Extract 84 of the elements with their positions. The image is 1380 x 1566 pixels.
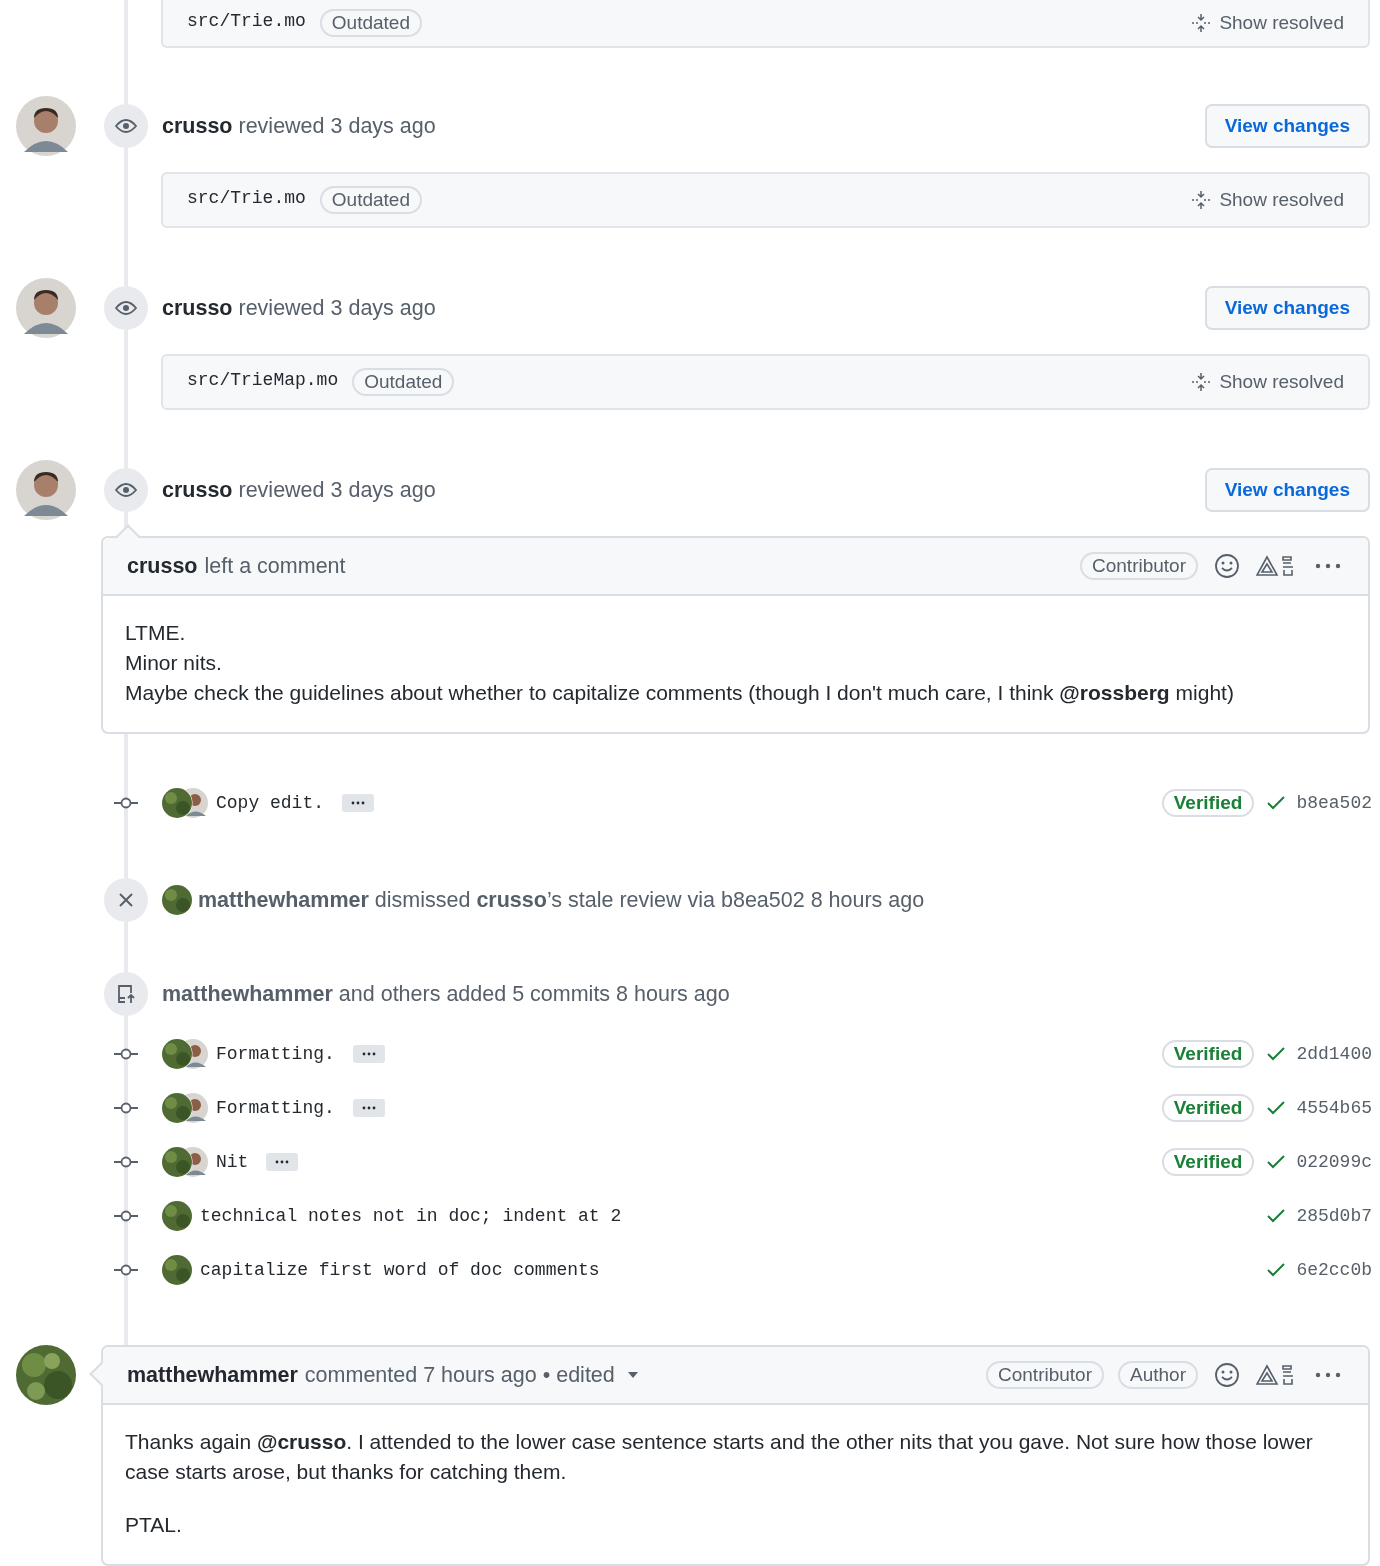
- role-label: Author: [1118, 1361, 1198, 1389]
- show-resolved-button[interactable]: Show resolved: [1191, 189, 1344, 211]
- ellipsis-icon: [275, 1160, 290, 1164]
- review-title: crusso reviewed 3 days ago: [162, 295, 436, 321]
- role-label: Contributor: [986, 1361, 1104, 1389]
- commit-sha[interactable]: 022099c: [1296, 1152, 1372, 1172]
- review-title: crusso reviewed 3 days ago: [162, 113, 436, 139]
- smiley-icon[interactable]: [1214, 553, 1240, 579]
- comment-text: Maybe check the guidelines about whether to capitalize comments (though I don't much care, I think @rossberg might): [125, 680, 1235, 706]
- commit-icon: [114, 1264, 138, 1276]
- review-title: crusso reviewed 3 days ago: [162, 477, 436, 503]
- show-resolved-button[interactable]: Show resolved: [1191, 12, 1344, 34]
- commit-message[interactable]: capitalize first word of doc comments: [200, 1260, 600, 1280]
- verified-label[interactable]: Verified: [1161, 1148, 1255, 1176]
- event-text: matthewhammer dismissed crusso’s stale review via b8ea502 8 hours ago: [198, 887, 925, 913]
- role-label: Contributor: [1080, 552, 1198, 580]
- check-icon: [1266, 1262, 1287, 1278]
- outdated-label: Outdated: [319, 9, 422, 37]
- commit-sha[interactable]: 285d0b7: [1296, 1206, 1372, 1226]
- comment-meta: left a comment: [204, 553, 346, 579]
- more-icon[interactable]: [1314, 562, 1342, 570]
- avatar-stack[interactable]: [162, 1147, 208, 1177]
- check-icon: [1266, 1208, 1287, 1224]
- avatar-stack[interactable]: [162, 1093, 208, 1123]
- verified-label[interactable]: Verified: [1161, 789, 1255, 817]
- show-resolved-button[interactable]: Show resolved: [1191, 371, 1344, 393]
- smiley-icon[interactable]: [1214, 1362, 1240, 1388]
- ellipsis-icon: [351, 801, 366, 805]
- avatar-stack[interactable]: [162, 1039, 208, 1069]
- commit-message[interactable]: Copy edit.: [216, 793, 325, 813]
- avatar[interactable]: [162, 885, 192, 915]
- commit-icon: [114, 1048, 138, 1060]
- caret-icon[interactable]: [626, 1371, 639, 1379]
- commit-message[interactable]: Nit: [216, 1152, 249, 1172]
- verified-label[interactable]: Verified: [1161, 1040, 1255, 1068]
- avatar[interactable]: [16, 1345, 76, 1405]
- commit-message[interactable]: Formatting.: [216, 1044, 335, 1064]
- file-path[interactable]: src/Trie.mo: [187, 188, 306, 208]
- commit-sha[interactable]: b8ea502: [1296, 793, 1372, 813]
- outdated-label: Outdated: [319, 186, 422, 214]
- more-icon[interactable]: [1314, 1371, 1342, 1379]
- commit-icon: [114, 1156, 138, 1168]
- commit-icon: [114, 1102, 138, 1114]
- expand-button[interactable]: [342, 794, 375, 812]
- avatar[interactable]: [162, 1255, 192, 1285]
- expand-button[interactable]: [266, 1153, 299, 1171]
- check-icon: [1266, 1100, 1287, 1116]
- expand-button[interactable]: [352, 1045, 385, 1063]
- expand-button[interactable]: [352, 1099, 385, 1117]
- comment-text: LTME.: [125, 620, 187, 646]
- commit-sha[interactable]: 6e2cc0b: [1296, 1260, 1372, 1280]
- commit-message[interactable]: technical notes not in doc; indent at 2: [200, 1206, 622, 1226]
- avatar[interactable]: [162, 1201, 192, 1231]
- avatar-stack[interactable]: [162, 788, 208, 818]
- ellipsis-icon: [361, 1052, 376, 1056]
- comment-text: Minor nits.: [125, 650, 223, 676]
- check-icon: [1266, 1046, 1287, 1062]
- commit-sha[interactable]: 4554b65: [1296, 1098, 1372, 1118]
- avatar[interactable]: [16, 96, 76, 156]
- event-text: matthewhammer and others added 5 commits 8 hours ago: [162, 981, 730, 1007]
- commit-icon: [114, 1210, 138, 1222]
- unfold-icon: [1191, 372, 1212, 392]
- comment-text: Thanks again @crusso. I attended to the lower case sentence starts and the other nits that you gave. Not sure how those lower case starts arose, but thanks for catching them.: [125, 1429, 1314, 1485]
- view-changes-button[interactable]: View changes: [1204, 104, 1370, 148]
- unfold-icon: [1191, 190, 1212, 210]
- file-path[interactable]: src/Trie.mo: [187, 11, 306, 31]
- outdated-label: Outdated: [352, 368, 455, 396]
- verified-label[interactable]: Verified: [1161, 1094, 1255, 1122]
- view-changes-button[interactable]: View changes: [1204, 468, 1370, 512]
- commit-icon: [114, 797, 138, 809]
- comment-author[interactable]: matthewhammer: [127, 1362, 298, 1388]
- unfold-icon: [1191, 13, 1212, 33]
- view-changes-button[interactable]: View changes: [1204, 286, 1370, 330]
- avatar[interactable]: [16, 460, 76, 520]
- check-icon: [1266, 1154, 1287, 1170]
- avatar[interactable]: [16, 278, 76, 338]
- check-icon: [1266, 795, 1287, 811]
- file-path[interactable]: src/TrieMap.mo: [187, 370, 339, 390]
- commit-sha[interactable]: 2dd1400: [1296, 1044, 1372, 1064]
- ellipsis-icon: [361, 1106, 376, 1110]
- comment-author[interactable]: crusso: [127, 553, 198, 579]
- comment-meta: commented 7 hours ago • edited: [304, 1362, 615, 1388]
- comment-text: PTAL.: [125, 1512, 183, 1538]
- commit-message[interactable]: Formatting.: [216, 1098, 335, 1118]
